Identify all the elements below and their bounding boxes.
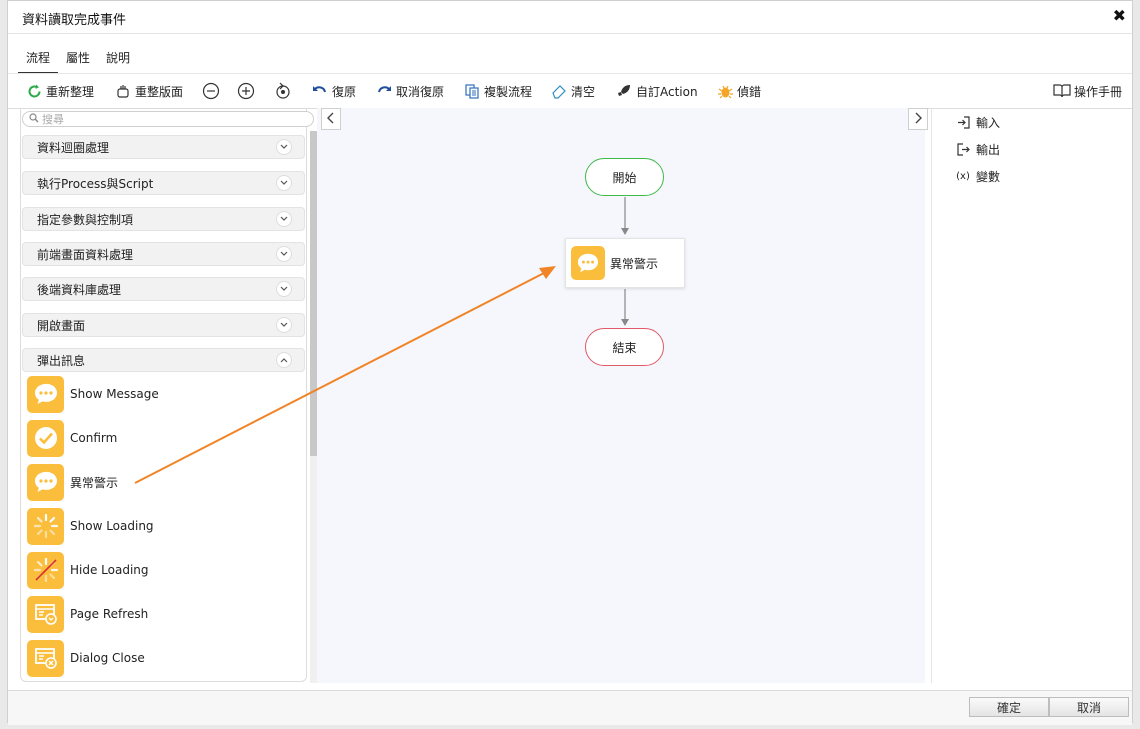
sign-out-icon [956, 143, 970, 156]
panel-input-label: 輸入 [976, 116, 1001, 130]
ok-button[interactable]: 確定 [969, 697, 1049, 717]
panel-variable-label: 變數 [976, 170, 1001, 184]
panel-input-item[interactable]: 輸入 [956, 114, 1000, 131]
panel-output-label: 輸出 [976, 143, 1001, 157]
event-dialog: 資料讀取完成事件 ✖ 流程 屬性 說明 重新整理 重整版面 復原 取消復原 複製… [7, 0, 1133, 725]
cancel-button[interactable]: 取消 [1049, 697, 1129, 717]
properties-panel [931, 108, 1133, 683]
dialog-footer: 確定 取消 [8, 690, 1132, 725]
panel-variable-item[interactable]: (x) 變數 [956, 168, 1000, 185]
variable-icon: (x) [956, 171, 970, 182]
panel-output-item[interactable]: 輸出 [956, 141, 1000, 158]
sign-in-icon [956, 116, 970, 129]
